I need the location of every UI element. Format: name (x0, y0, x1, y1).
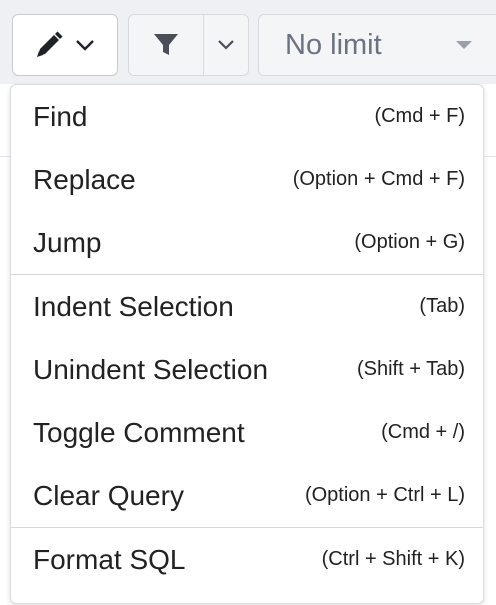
edit-dropdown-menu: Find (Cmd + F) Replace (Option + Cmd + F… (10, 84, 484, 604)
edit-menu-button[interactable] (12, 14, 118, 76)
row-limit-value: No limit (285, 28, 382, 61)
row-limit-select[interactable]: No limit (258, 14, 496, 76)
menu-item-shortcut: (Option + Ctrl + L) (304, 484, 465, 506)
menu-item-label: Format SQL (33, 543, 186, 575)
filter-options-button[interactable] (203, 14, 249, 76)
filter-button[interactable] (128, 14, 204, 76)
menu-item-shortcut: (Cmd + F) (374, 105, 465, 127)
menu-item-label: Clear Query (33, 479, 184, 511)
menu-group-search: Find (Cmd + F) Replace (Option + Cmd + F… (11, 85, 483, 275)
menu-item-replace[interactable]: Replace (Option + Cmd + F) (11, 148, 483, 211)
menu-item-label: Jump (33, 226, 102, 258)
menu-item-label: Unindent Selection (33, 353, 269, 385)
menu-item-shortcut: (Shift + Tab) (356, 358, 465, 380)
menu-item-label: Toggle Comment (33, 416, 245, 448)
query-toolbar: No limit (0, 0, 496, 84)
menu-item-clear-query[interactable]: Clear Query (Option + Ctrl + L) (11, 464, 483, 527)
menu-item-shortcut: (Option + Cmd + F) (292, 168, 465, 190)
chevron-down-icon (76, 40, 94, 51)
menu-item-jump[interactable]: Jump (Option + G) (11, 211, 483, 274)
caret-down-icon (454, 39, 474, 51)
chevron-down-icon (218, 40, 234, 50)
menu-item-label: Indent Selection (33, 290, 234, 322)
menu-item-format-sql[interactable]: Format SQL (Ctrl + Shift + K) (11, 528, 483, 591)
menu-item-shortcut: (Ctrl + Shift + K) (321, 548, 465, 570)
menu-item-toggle-comment[interactable]: Toggle Comment (Cmd + /) (11, 401, 483, 464)
menu-item-shortcut: (Tab) (419, 295, 465, 317)
menu-item-indent-selection[interactable]: Indent Selection (Tab) (11, 275, 483, 338)
menu-item-shortcut: (Option + G) (354, 231, 465, 253)
menu-item-label: Replace (33, 163, 136, 195)
pencil-icon (37, 31, 63, 57)
menu-item-unindent-selection[interactable]: Unindent Selection (Shift + Tab) (11, 338, 483, 401)
menu-item-label: Find (33, 100, 88, 132)
menu-item-shortcut: (Cmd + /) (381, 421, 465, 443)
menu-item-find[interactable]: Find (Cmd + F) (11, 85, 483, 148)
menu-group-format: Format SQL (Ctrl + Shift + K) (11, 528, 483, 591)
menu-group-editing: Indent Selection (Tab) Unindent Selectio… (11, 275, 483, 528)
filter-icon (154, 34, 178, 55)
